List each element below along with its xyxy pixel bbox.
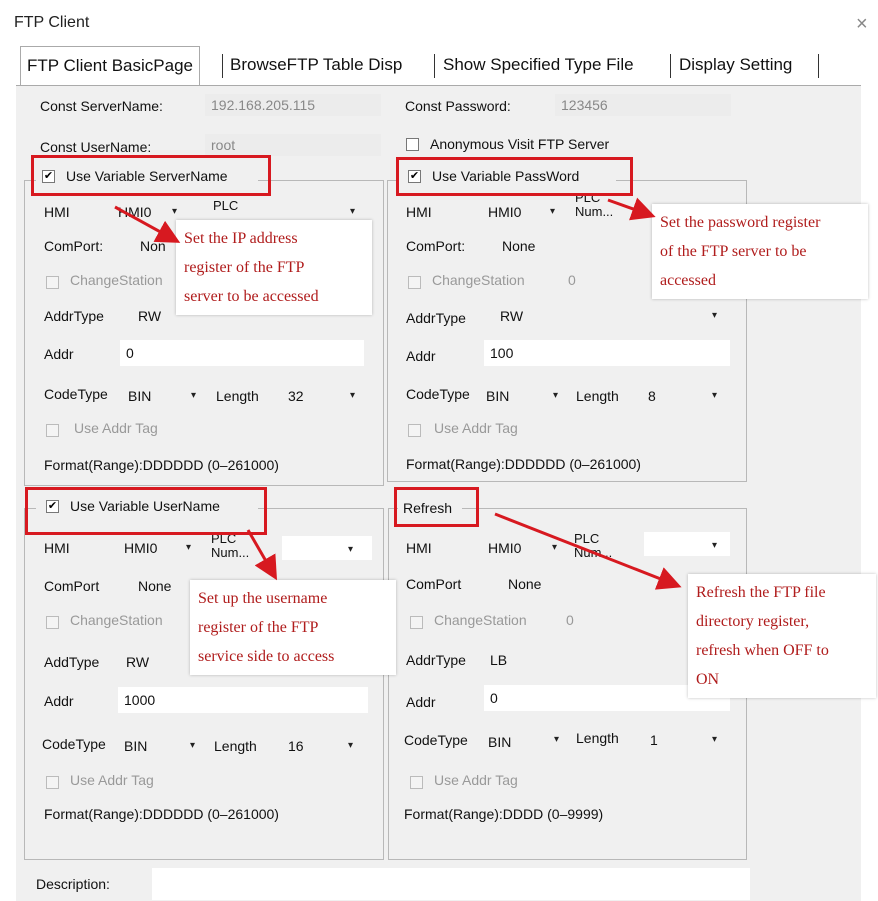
arrow-username <box>246 529 278 581</box>
annotation-arrows <box>114 197 682 590</box>
arrow-password <box>607 197 656 221</box>
arrow-servername <box>114 205 181 243</box>
arrow-refresh <box>494 512 682 590</box>
